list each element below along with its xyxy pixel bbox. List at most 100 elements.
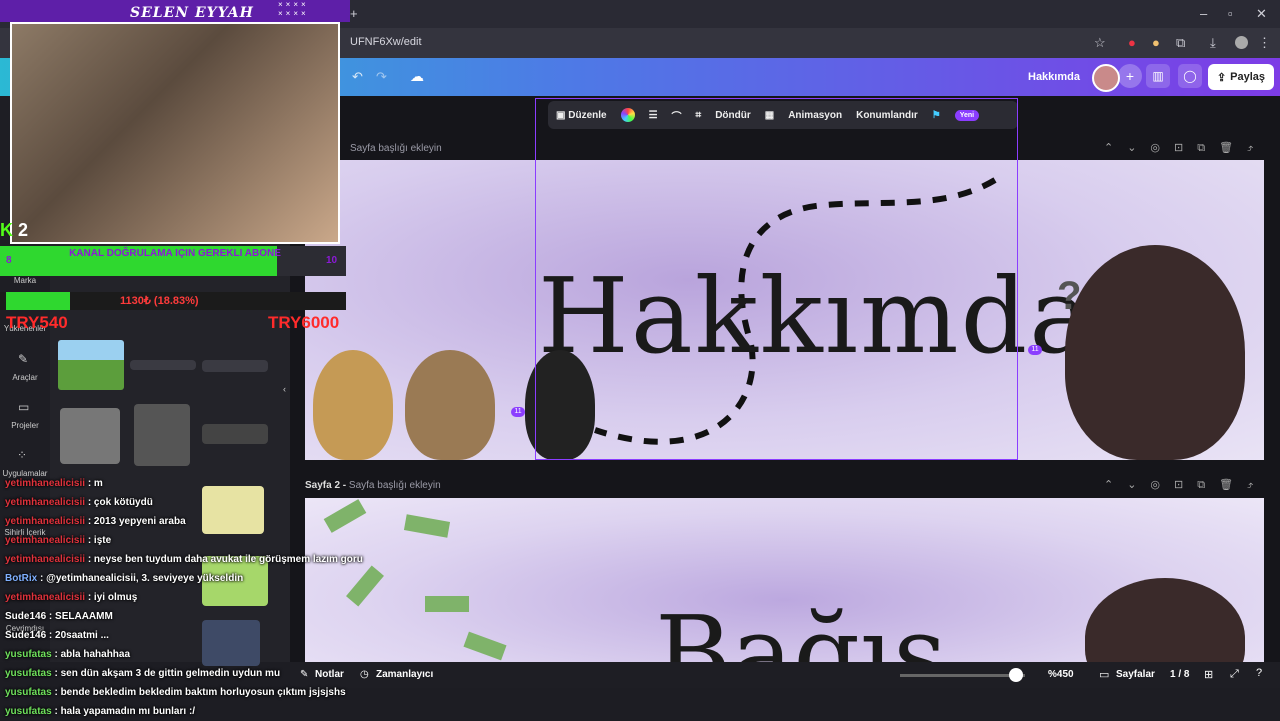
chibi-farmer-sticker[interactable] (405, 350, 495, 460)
design-page-2[interactable]: Bağış (305, 498, 1264, 668)
chat-username: Sude146 (5, 630, 47, 641)
curvy-road-thumbnail[interactable] (60, 408, 120, 464)
chat-username: Sude146 (5, 611, 47, 622)
chat-overlay: yetimhanealicisii : m yetimhanealicisii :… (0, 474, 380, 721)
road-thumbnail[interactable] (130, 360, 196, 370)
pages-button[interactable]: Sayfalar (1116, 669, 1155, 680)
road-thumbnail[interactable] (58, 340, 124, 390)
chat-text: : hala yapamadın mı bunları :/ (51, 706, 196, 717)
chat-message: yetimhanealicisii : m (0, 474, 380, 493)
chat-username: BotRix (5, 573, 38, 584)
donation-target-amount: TRY6000 (268, 313, 340, 332)
extensions-puzzle-icon[interactable]: ⧉ (1176, 35, 1185, 51)
zoom-level[interactable]: %450 (1048, 669, 1074, 680)
road-thumbnail[interactable] (202, 424, 268, 444)
chat-username: yetimhanealicisii (5, 497, 86, 508)
money-sticker (425, 596, 469, 612)
webcam-feed (10, 22, 340, 244)
chat-username: yusufatas (5, 649, 52, 660)
layer-badge: 11 (1028, 345, 1042, 355)
minimize-icon[interactable]: – (1200, 6, 1207, 21)
donation-goal-text: 1130₺ (18.83%) (120, 295, 199, 307)
chat-text: : iyi olmuş (85, 592, 138, 603)
page-1-title-placeholder[interactable]: Sayfa başlığı ekleyin (350, 143, 442, 154)
kick-logo: K (0, 220, 13, 240)
page-actions[interactable]: ⌃⌄◎⊡⧉🗑⤴ (1104, 478, 1267, 492)
chat-message: BotRix : @yetimhanealicisii, 3. seviyeye… (0, 569, 380, 588)
fullscreen-icon[interactable]: ⤢ (1230, 668, 1239, 681)
new-tab-button[interactable]: + (350, 6, 358, 21)
selection-box (535, 98, 1018, 460)
chat-username: yusufatas (5, 687, 52, 698)
zoom-slider-handle[interactable] (1009, 668, 1023, 682)
cloud-save-icon[interactable]: ☁ (410, 68, 424, 85)
page-actions[interactable]: ⌃⌄◎⊡⧉🗑⤴ (1104, 141, 1267, 155)
sub-goal-target: 10 (326, 255, 338, 266)
apps-icon: ⁘ (17, 448, 28, 462)
chat-text: : neyse ben tuydum daha avukat ile görüş… (85, 554, 363, 565)
chibi-explorer-sticker[interactable] (313, 350, 393, 460)
layer-badge: 11 (511, 407, 525, 417)
chat-username: yetimhanealicisii (5, 516, 86, 527)
money-sticker (463, 631, 507, 661)
collaborator-avatar[interactable] (1092, 64, 1120, 92)
pages-icon: ▭ (1099, 669, 1110, 681)
profile-avatar[interactable] (1235, 36, 1248, 49)
money-sticker (403, 514, 451, 538)
folder-icon: ▭ (18, 400, 30, 414)
add-collaborator-icon[interactable]: + (1118, 64, 1142, 88)
share-button[interactable]: ⇪ Paylaş (1208, 64, 1274, 90)
chat-message: yetimhanealicisii : iyi olmuş (0, 588, 380, 607)
chat-text: : 2013 yepyeni araba (85, 516, 186, 527)
road-thumbnail[interactable] (202, 360, 268, 372)
chat-text: : sen dün akşam 3 de gittin gelmedin uyd… (51, 668, 281, 679)
chat-message: yusufatas : hala yapamadın mı bunları :/ (0, 702, 380, 721)
url-text[interactable]: UFNF6Xw/edit (350, 36, 422, 48)
download-icon[interactable]: ⤓ (1210, 35, 1216, 51)
chat-message: yusufatas : abla hahahhaa (0, 645, 380, 664)
undo-icon[interactable]: ↶ (352, 69, 363, 85)
sub-goal-text: KANAL DOĞRULAMA IÇIN GEREKLI ABONE (69, 248, 281, 259)
chat-text: : işte (85, 535, 112, 546)
insights-chart-icon[interactable]: ▥ (1146, 64, 1170, 88)
chat-username: yetimhanealicisii (5, 554, 86, 565)
document-title[interactable]: Hakkımda (1028, 71, 1080, 83)
chat-text: : abla hahahhaa (51, 649, 131, 660)
maximize-icon[interactable]: ▫ (1228, 6, 1233, 21)
page-2-heading[interactable]: Bağış (655, 593, 947, 668)
share-upload-icon: ⇪ (1216, 71, 1227, 84)
sub-goal-current: 8 (6, 255, 12, 266)
help-icon[interactable]: ? (1256, 667, 1262, 679)
chat-message: Sude146 : 20saatmi ... (0, 626, 380, 645)
chat-message: yetimhanealicisii : çok kötüydü (0, 493, 380, 512)
bookmark-star-icon[interactable]: ☆ (1094, 35, 1106, 51)
extension-icon[interactable]: ● (1128, 35, 1136, 50)
tools-icon: ✎ (18, 352, 29, 366)
streamer-name: SELEN EYYAH (130, 5, 254, 21)
chat-text: : @yetimhanealicisii, 3. seviyeye yüksel… (37, 573, 244, 584)
rail-item-brand[interactable]: Marka (0, 276, 50, 285)
curvy-road-thumbnail[interactable] (134, 404, 190, 466)
chat-username: yetimhanealicisii (5, 478, 86, 489)
close-window-icon[interactable]: ✕ (1256, 6, 1267, 22)
page-counter: 1 / 8 (1170, 669, 1190, 680)
comment-icon[interactable]: ◯ (1178, 64, 1202, 88)
rail-item-tools[interactable]: Araçlar (0, 373, 50, 382)
chat-text: : çok kötüydü (85, 497, 153, 508)
chat-text: : SELAAAMM (46, 611, 113, 622)
chat-message: yusufatas : bende bekledim bekledim bakt… (0, 683, 380, 702)
question-mark-decoration: ? (1057, 274, 1082, 318)
timer-button[interactable]: Zamanlayıcı (376, 669, 433, 680)
rail-item-projects[interactable]: Projeler (0, 421, 50, 430)
grid-view-icon[interactable]: ⊞ (1204, 668, 1213, 681)
redo-icon[interactable]: ↷ (376, 69, 387, 85)
extension-icon[interactable]: ● (1152, 35, 1160, 50)
chat-message: yetimhanealicisii : neyse ben tuydum dah… (0, 550, 380, 569)
zoom-slider[interactable] (900, 674, 1025, 677)
chat-text: : 20saatmi ... (46, 630, 109, 641)
chibi-girl-sticker[interactable] (1065, 245, 1245, 460)
chibi-girl-sticker[interactable] (1085, 578, 1245, 668)
browser-menu-icon[interactable]: ⋮ (1258, 35, 1271, 51)
chat-username: yusufatas (5, 706, 52, 717)
collapse-panel-icon[interactable]: ‹ (283, 384, 286, 394)
